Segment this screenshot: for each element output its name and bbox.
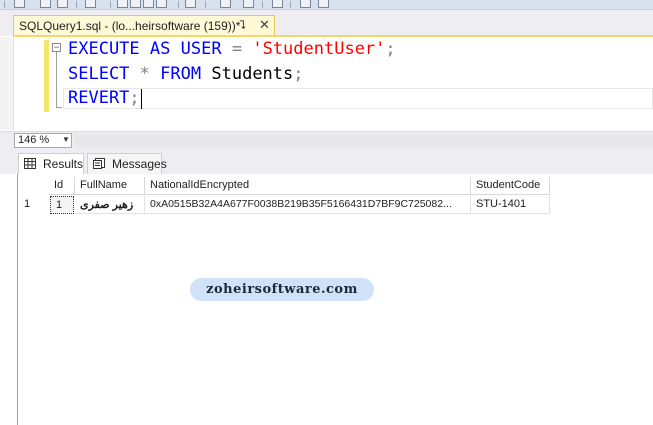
tab-messages-label: Messages [112, 157, 167, 171]
string-literal: 'StudentUser' [252, 39, 386, 59]
keyword: USER [180, 39, 222, 59]
code-line-3[interactable]: REVERT; [68, 88, 140, 108]
text-caret [141, 89, 142, 109]
change-tracking-bar [44, 40, 49, 112]
keyword: AS [149, 39, 171, 59]
zoom-value: 146 % [18, 134, 50, 146]
toolbar-button-icon[interactable] [40, 0, 51, 8]
toolbar-button-icon[interactable] [272, 0, 283, 8]
toolbar-button-icon[interactable] [185, 0, 196, 8]
keyword: REVERT [68, 88, 130, 108]
table-cell-nationalidencrypted[interactable]: 0xA0515B32A4A677F0038B219B35F5166431D7BF… [145, 196, 471, 214]
tab-results[interactable]: Results [18, 153, 84, 174]
row-number: 1 [24, 198, 31, 210]
tab-messages[interactable]: Messages [87, 153, 167, 174]
toolbar [0, 0, 653, 10]
operator: = [231, 39, 243, 59]
toolbar-separator [178, 1, 179, 8]
editor-tab[interactable]: SQLQuery1.sql - (lo...heirsoftware (159)… [13, 15, 275, 36]
current-line-highlight [63, 88, 653, 109]
tab-results-label: Results [43, 157, 84, 171]
table-cell-fullname[interactable]: زهیر صفری [75, 196, 145, 214]
keyword: EXECUTE [68, 39, 140, 59]
toolbar-button-icon[interactable] [156, 0, 167, 8]
operator: * [139, 64, 150, 84]
editor-tab-title: SQLQuery1.sql - (lo...heirsoftware (159)… [19, 19, 241, 33]
toolbar-button-icon[interactable] [243, 0, 254, 8]
toolbar-separator [205, 1, 206, 8]
editor-margin [0, 37, 14, 130]
table-cell-studentcode[interactable]: STU-1401 [471, 196, 550, 214]
keyword: SELECT [68, 64, 130, 84]
toolbar-button-icon[interactable] [143, 0, 154, 8]
toolbar-separator [262, 1, 263, 8]
toolbar-button-icon[interactable] [117, 0, 128, 8]
toolbar-button-icon[interactable] [85, 0, 96, 8]
table-cell-id[interactable]: 1 [50, 196, 74, 214]
toolbar-separator [290, 1, 291, 8]
code-line-2[interactable]: SELECT * FROM Students; [68, 64, 304, 84]
chevron-down-icon: ▼ [62, 135, 70, 144]
pin-icon[interactable]: ⮧ [239, 18, 246, 33]
close-icon[interactable]: ✕ [259, 17, 270, 33]
horizontal-scrollbar[interactable] [74, 133, 653, 148]
identifier: Students [211, 64, 294, 84]
keyword: FROM [160, 64, 202, 84]
toolbar-separator [110, 1, 111, 8]
zoom-dropdown[interactable]: 146 % ▼ [14, 133, 72, 148]
operator: ; [385, 39, 396, 59]
code-line-1[interactable]: EXECUTE AS USER = 'StudentUser'; [68, 39, 396, 59]
outline-line-end [56, 107, 62, 108]
toolbar-button-icon[interactable] [220, 0, 231, 8]
messages-icon [93, 158, 105, 169]
grid-icon [24, 158, 36, 169]
toolbar-separator [4, 1, 5, 8]
toolbar-button-icon[interactable] [14, 0, 25, 8]
column-header-studentcode[interactable]: StudentCode [471, 177, 550, 195]
collapse-icon[interactable]: − [52, 43, 61, 52]
toolbar-button-icon[interactable] [57, 0, 68, 8]
column-header-nationalidencrypted[interactable]: NationalIdEncrypted [145, 177, 471, 195]
toolbar-button-icon[interactable] [130, 0, 141, 8]
column-header-fullname[interactable]: FullName [75, 177, 145, 195]
toolbar-button-icon[interactable] [300, 0, 311, 8]
column-header-id[interactable]: Id [49, 177, 75, 195]
toolbar-button-icon[interactable] [318, 0, 329, 8]
outline-line [56, 52, 57, 108]
watermark-badge: zoheirsoftware.com [190, 278, 374, 301]
toolbar-separator [76, 1, 77, 8]
operator: ; [293, 64, 304, 84]
operator: ; [129, 88, 140, 108]
